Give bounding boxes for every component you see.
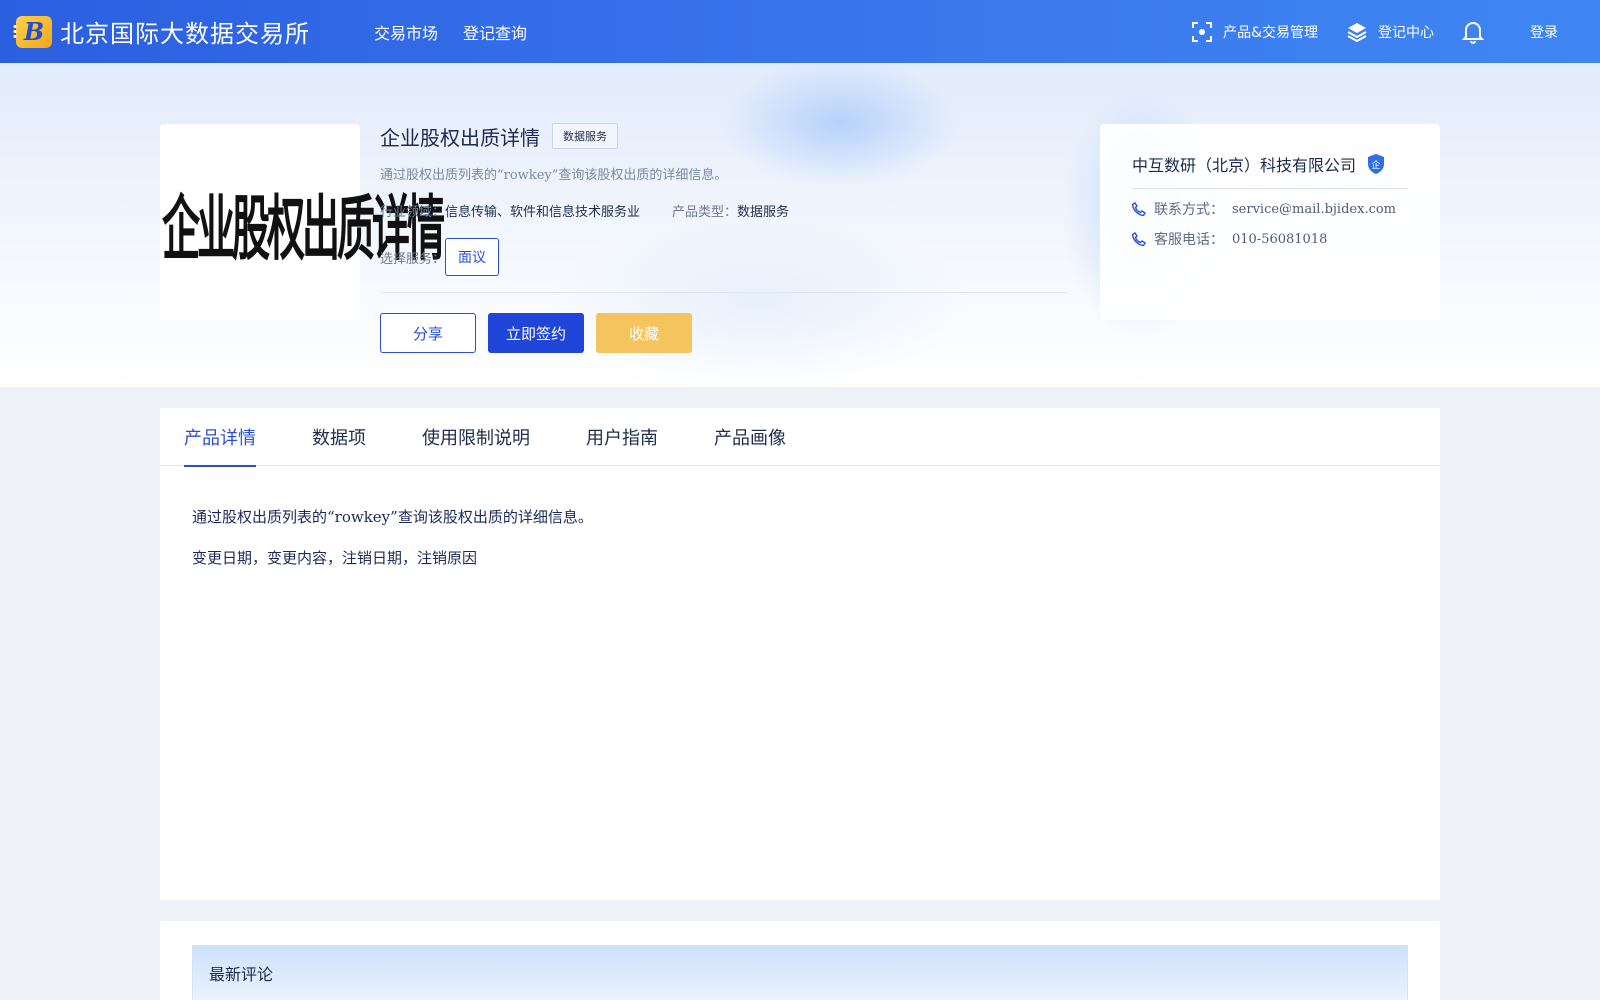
login-link[interactable]: 登录: [1530, 22, 1558, 42]
detail-description: 通过股权出质列表的“rowkey”查询该股权出质的详细信息。: [192, 508, 593, 526]
action-buttons: 分享 立即签约 收藏: [380, 313, 1068, 353]
company-name[interactable]: 中互数研（北京）科技有限公司: [1132, 152, 1356, 176]
bell-icon: [1462, 20, 1484, 44]
product-title: 企业股权出质详情: [380, 125, 540, 150]
product-detail-panel: 产品详情 数据项 使用限制说明 用户指南 产品画像 通过股权出质列表的“rowk…: [160, 408, 1440, 900]
scan-focus-icon: [1191, 21, 1213, 43]
nav-item-registration-query[interactable]: 登记查询: [463, 20, 527, 44]
nav-item-trading-market[interactable]: 交易市场: [374, 20, 438, 44]
service-option-negotiable[interactable]: 面议: [445, 238, 500, 276]
register-center-label: 登记中心: [1378, 24, 1434, 41]
brand-logo-icon: B: [12, 15, 52, 48]
product-info: 企业股权出质详情 数据服务 通过股权出质列表的“rowkey”查询该股权出质的详…: [380, 120, 1068, 353]
product-type-value: 数据服务: [737, 205, 790, 220]
notifications-button[interactable]: [1462, 20, 1494, 44]
contact-email-row: 联系方式： service@mail.bjidex.com: [1132, 199, 1408, 219]
comments-section: 最新评论: [160, 921, 1440, 1000]
contact-label: 联系方式：: [1154, 202, 1224, 218]
product-trade-management-label: 产品&交易管理: [1223, 24, 1318, 41]
industry-label: 行业领域：: [380, 205, 446, 220]
tab-usage-restrictions[interactable]: 使用限制说明: [422, 408, 530, 466]
brand[interactable]: B 北京国际大数据交易所: [12, 0, 310, 63]
product-description: 通过股权出质列表的“rowkey”查询该股权出质的详细信息。: [380, 168, 728, 183]
detail-fields: 变更日期，变更内容，注销日期，注销原因: [192, 549, 478, 567]
top-nav: 交易市场 登记查询: [374, 20, 552, 44]
detail-tabs: 产品详情 数据项 使用限制说明 用户指南 产品画像: [160, 408, 1440, 467]
brand-name: 北京国际大数据交易所: [60, 20, 310, 48]
comments-title: 最新评论: [192, 945, 1408, 1000]
favorite-button[interactable]: 收藏: [596, 313, 692, 353]
industry-value: 信息传输、软件和信息技术服务业: [445, 205, 641, 220]
service-selector: 选择服务： 面议: [380, 238, 1068, 276]
top-right-menu: 产品&交易管理 登记中心 登录: [1163, 20, 1558, 44]
product-image: 企业股权出质详情: [160, 124, 445, 320]
contact-email[interactable]: service@mail.bjidex.com: [1232, 202, 1396, 217]
tab-product-details[interactable]: 产品详情: [184, 408, 256, 467]
tab-user-guide[interactable]: 用户指南: [586, 408, 658, 466]
share-button[interactable]: 分享: [380, 313, 476, 353]
phone-icon: [1132, 202, 1146, 216]
tab-product-profile[interactable]: 产品画像: [714, 408, 786, 466]
register-center-link[interactable]: 登记中心: [1346, 21, 1434, 43]
contact-phone-row: 客服电话： 010-56081018: [1132, 229, 1408, 249]
provider-card: 中互数研（北京）科技有限公司 企 联系方式： service@mail.bjid…: [1100, 124, 1440, 320]
phone-label: 客服电话：: [1154, 232, 1224, 248]
tab-data-items[interactable]: 数据项: [312, 408, 366, 466]
product-meta: 行业领域： 信息传输、软件和信息技术服务业 产品类型： 数据服务: [380, 201, 1068, 220]
layers-icon: [1346, 21, 1368, 43]
product-type-label: 产品类型：: [672, 205, 738, 220]
tab-content: 通过股权出质列表的“rowkey”查询该股权出质的详细信息。 变更日期，变更内容…: [160, 466, 1440, 628]
top-navigation-bar: B 北京国际大数据交易所 交易市场 登记查询 产品&交易管理 登记中心 登录: [0, 0, 1600, 63]
enterprise-verified-icon: 企: [1366, 153, 1386, 175]
product-trade-management-link[interactable]: 产品&交易管理: [1191, 21, 1318, 43]
svg-text:企: 企: [1372, 159, 1381, 171]
sign-now-button[interactable]: 立即签约: [488, 313, 584, 353]
service-label: 选择服务：: [380, 251, 446, 267]
product-category-badge: 数据服务: [552, 123, 618, 149]
phone-number: 010-56081018: [1232, 231, 1328, 247]
divider: [380, 292, 1068, 293]
phone-icon: [1132, 232, 1146, 246]
